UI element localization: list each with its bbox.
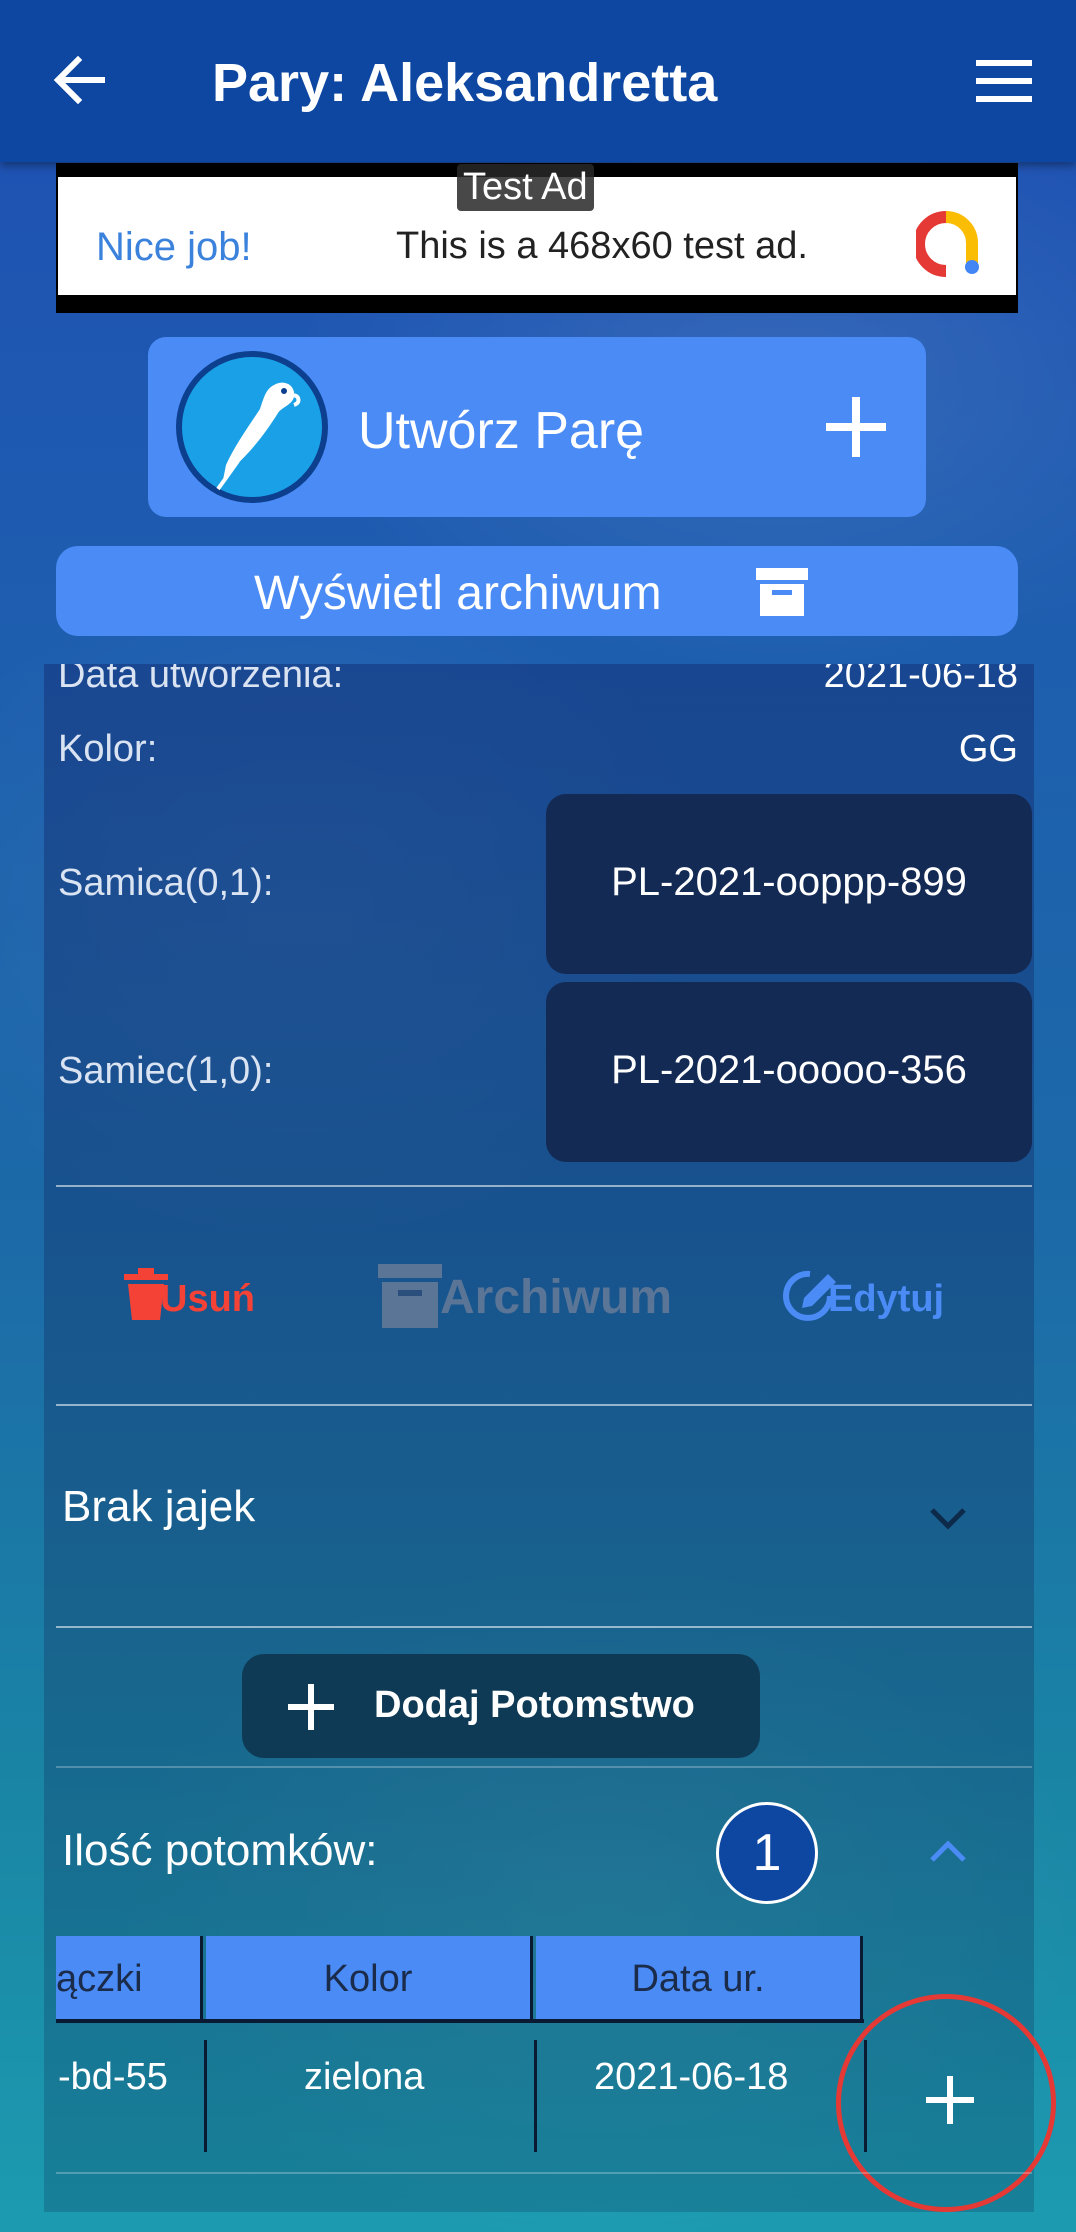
male-label: Samiec(1,0): <box>58 1050 274 1092</box>
hamburger-menu-icon[interactable] <box>976 60 1032 102</box>
ad-logo-icon <box>916 211 979 277</box>
archive-box-icon <box>756 568 808 616</box>
divider <box>56 1404 1032 1406</box>
column-header: Data ur. <box>631 1958 765 2000</box>
offspring-count-badge: 1 <box>716 1802 818 1904</box>
divider <box>56 2172 1032 2174</box>
delete-button[interactable]: Usuń <box>160 1278 255 1321</box>
table-divider <box>530 1936 533 2022</box>
male-ring-button[interactable]: PL-2021-ooooo-356 <box>546 982 1032 1162</box>
table-divider <box>200 1936 203 2022</box>
ad-badge: Test Ad <box>457 164 594 211</box>
female-ring-button[interactable]: PL-2021-ooppp-899 <box>546 794 1032 974</box>
eggs-panel-header[interactable]: Brak jajek <box>62 1482 255 1532</box>
color-value: GG <box>958 728 1018 770</box>
offspring-count-label: Ilość potomków: <box>62 1826 378 1875</box>
offspring-ring-cell[interactable]: -bd-55 <box>58 2056 168 2099</box>
archive-icon[interactable] <box>378 1262 442 1328</box>
view-archive-label: Wyświetl archiwum <box>254 567 662 620</box>
archive-button[interactable]: Archiwum <box>440 1270 672 1325</box>
add-offspring-label: Dodaj Potomstwo <box>374 1684 695 1726</box>
chevron-up-icon[interactable] <box>928 1838 968 1864</box>
created-label: Data utworzenia: <box>58 664 344 696</box>
view-archive-button[interactable]: Wyświetl archiwum <box>56 546 1018 636</box>
page-title: Pary: Aleksandretta <box>212 53 718 113</box>
app-bar: Pary: Aleksandretta <box>0 0 1076 162</box>
offspring-birthdate-cell[interactable]: 2021-06-18 <box>594 2056 788 2099</box>
female-label: Samica(0,1): <box>58 862 274 904</box>
plus-icon <box>826 397 886 457</box>
table-header-cell: Data ur. <box>536 1936 860 2022</box>
offspring-color-cell[interactable]: zielona <box>304 2056 424 2099</box>
parrot-icon <box>176 351 328 503</box>
highlight-circle <box>836 1994 1056 2212</box>
table-header-cell: ączki <box>56 1936 200 2022</box>
chevron-down-icon[interactable] <box>928 1506 968 1532</box>
create-pair-label: Utwórz Parę <box>358 402 645 460</box>
column-header: ączki <box>56 1958 143 2000</box>
table-divider <box>56 2019 864 2023</box>
created-value: 2021-06-18 <box>823 664 1018 696</box>
divider <box>56 1185 1032 1187</box>
divider <box>56 1626 1032 1628</box>
edit-button[interactable]: Edytuj <box>828 1278 944 1321</box>
arrow-left-icon[interactable] <box>50 50 110 110</box>
divider <box>56 1766 1032 1768</box>
color-label: Kolor: <box>58 728 158 770</box>
male-ring-number: PL-2021-ooooo-356 <box>611 1048 967 1092</box>
column-header: Kolor <box>323 1958 413 2000</box>
ad-headline: Nice job! <box>96 225 252 269</box>
female-ring-number: PL-2021-ooppp-899 <box>611 860 967 904</box>
table-divider <box>860 1936 863 2022</box>
add-offspring-button[interactable]: Dodaj Potomstwo <box>242 1654 760 1758</box>
table-divider <box>204 2040 207 2152</box>
ad-text: This is a 468x60 test ad. <box>396 225 808 267</box>
create-pair-button[interactable]: Utwórz Parę <box>148 337 926 517</box>
table-header-cell: Kolor <box>206 1936 530 2022</box>
table-divider <box>534 2040 537 2152</box>
plus-icon <box>288 1684 334 1730</box>
